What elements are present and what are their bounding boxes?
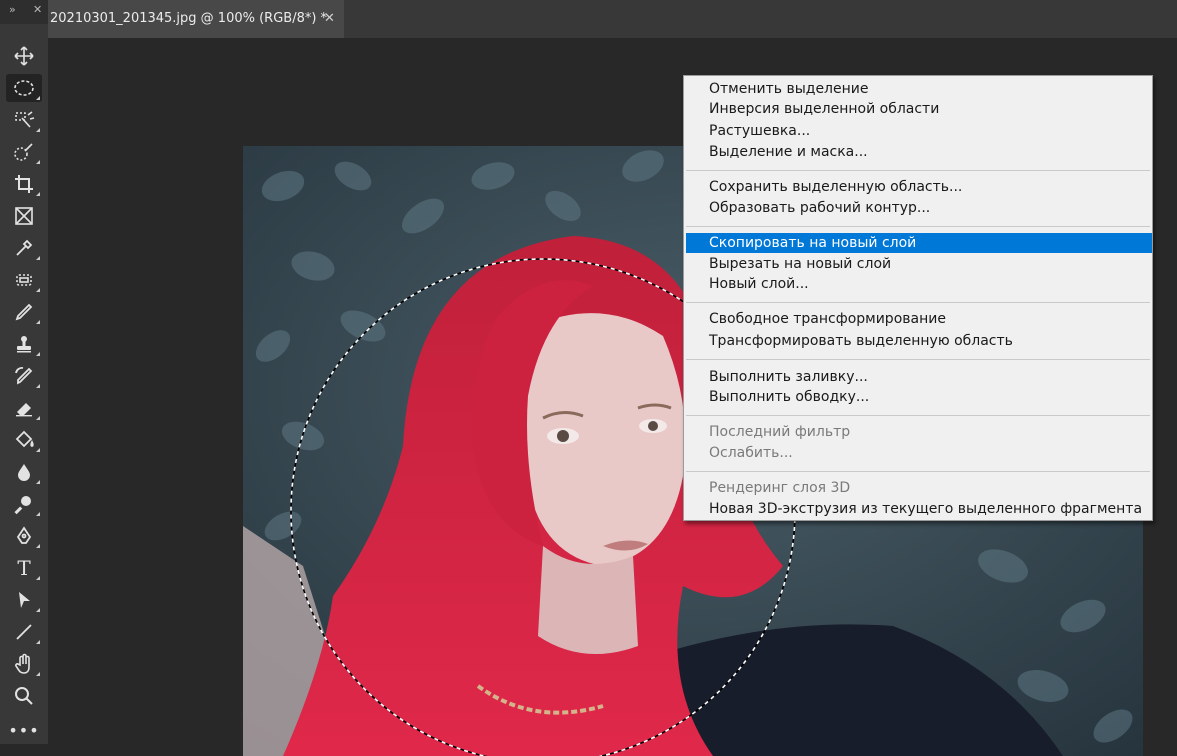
- path-selection-tool-icon: [19, 592, 30, 608]
- menu-item-layer-via-cut[interactable]: Вырезать на новый слой: [684, 254, 1152, 274]
- close-panel-button[interactable]: ✕: [33, 3, 42, 16]
- paint-bucket-tool-icon: [15, 430, 34, 448]
- menu-item-select-and-mask[interactable]: Выделение и маска...: [684, 142, 1152, 162]
- eyedropper-tool[interactable]: [6, 234, 42, 262]
- clone-stamp-tool[interactable]: [6, 330, 42, 358]
- object-selection-tool-icon: [15, 111, 35, 128]
- quick-selection-tool[interactable]: [6, 138, 42, 166]
- more-tools-icon: •••: [8, 720, 40, 740]
- brush-tool[interactable]: [6, 298, 42, 326]
- menu-separator: [686, 415, 1150, 416]
- frame-tool-icon: [15, 207, 33, 225]
- blur-tool-icon: [18, 464, 30, 481]
- object-selection-tool[interactable]: [6, 106, 42, 134]
- collapse-panel-button[interactable]: »: [9, 3, 16, 16]
- type-tool-icon: T: [17, 556, 31, 580]
- menu-item-deselect[interactable]: Отменить выделение: [684, 79, 1152, 99]
- dodge-tool[interactable]: [6, 490, 42, 518]
- menu-item-fill[interactable]: Выполнить заливку...: [684, 367, 1152, 387]
- menu-item-select-inverse[interactable]: Инверсия выделенной области: [684, 99, 1152, 119]
- healing-brush-tool[interactable]: [6, 266, 42, 294]
- selection-context-menu: Отменить выделение Инверсия выделенной о…: [683, 75, 1153, 521]
- paint-bucket-tool[interactable]: [6, 426, 42, 454]
- menu-separator: [686, 226, 1150, 227]
- hand-tool-icon: [15, 653, 30, 674]
- pen-tool-icon: [16, 526, 32, 544]
- document-tab[interactable]: 20210301_201345.jpg @ 100% (RGB/8*) * ✕: [48, 0, 344, 38]
- quick-selection-tool-icon: [14, 143, 33, 161]
- menu-separator: [686, 170, 1150, 171]
- crop-tool-icon: [15, 175, 33, 193]
- menu-item-transform-selection[interactable]: Трансформировать выделенную область: [684, 331, 1152, 351]
- menu-separator: [686, 302, 1150, 303]
- elliptical-marquee-tool-icon: [14, 80, 34, 96]
- path-selection-tool[interactable]: [6, 586, 42, 614]
- frame-tool[interactable]: [6, 202, 42, 230]
- document-tab-bar: 20210301_201345.jpg @ 100% (RGB/8*) * ✕: [48, 0, 1177, 38]
- history-brush-tool-icon: [15, 367, 33, 385]
- menu-item-layer-via-copy[interactable]: Скопировать на новый слой: [686, 233, 1152, 253]
- dodge-tool-icon: [14, 496, 31, 515]
- pen-tool[interactable]: [6, 522, 42, 550]
- menu-item-make-work-path[interactable]: Образовать рабочий контур...: [684, 198, 1152, 218]
- healing-brush-tool-icon: [16, 274, 32, 286]
- close-document-button[interactable]: ✕: [324, 0, 335, 38]
- brush-tool-icon: [15, 303, 33, 321]
- elliptical-marquee-tool[interactable]: [6, 74, 42, 102]
- move-tool-icon: [14, 46, 34, 66]
- eraser-tool-icon: [16, 403, 32, 417]
- menu-item-new-layer[interactable]: Новый слой...: [684, 274, 1152, 294]
- tools-panel-header: » ✕: [0, 0, 48, 24]
- clone-stamp-tool-icon: [17, 336, 31, 353]
- menu-item-render-3d-layer: Рендеринг слоя 3D: [709, 480, 851, 496]
- menu-item-feather[interactable]: Растушевка...: [684, 121, 1152, 141]
- menu-item-stroke[interactable]: Выполнить обводку...: [684, 387, 1152, 407]
- menu-item-free-transform[interactable]: Свободное трансформирование: [684, 309, 1152, 329]
- menu-item-new-3d-extrusion[interactable]: Новая 3D-экструзия из текущего выделенно…: [684, 499, 1152, 519]
- zoom-tool[interactable]: [6, 682, 42, 710]
- menu-separator: [686, 471, 1150, 472]
- menu-separator: [686, 359, 1150, 360]
- eraser-tool[interactable]: [6, 394, 42, 422]
- document-tab-title: 20210301_201345.jpg @ 100% (RGB/8*) *: [50, 11, 328, 26]
- eyedropper-tool-icon: [16, 239, 33, 256]
- crop-tool[interactable]: [6, 170, 42, 198]
- more-tools-button[interactable]: •••: [6, 716, 42, 744]
- move-tool[interactable]: [6, 42, 42, 70]
- hand-tool[interactable]: [6, 650, 42, 678]
- blur-tool[interactable]: [6, 458, 42, 486]
- line-tool[interactable]: [6, 618, 42, 646]
- line-tool-icon: [16, 624, 32, 640]
- menu-item-save-selection[interactable]: Сохранить выделенную область...: [684, 177, 1152, 197]
- menu-item-fade: Ослабить...: [709, 445, 793, 461]
- menu-item-last-filter: Последний фильтр: [709, 424, 851, 440]
- zoom-tool-icon: [15, 687, 33, 705]
- history-brush-tool[interactable]: [6, 362, 42, 390]
- tools-panel: » ✕ T •••: [0, 0, 48, 744]
- type-tool[interactable]: T: [6, 554, 42, 582]
